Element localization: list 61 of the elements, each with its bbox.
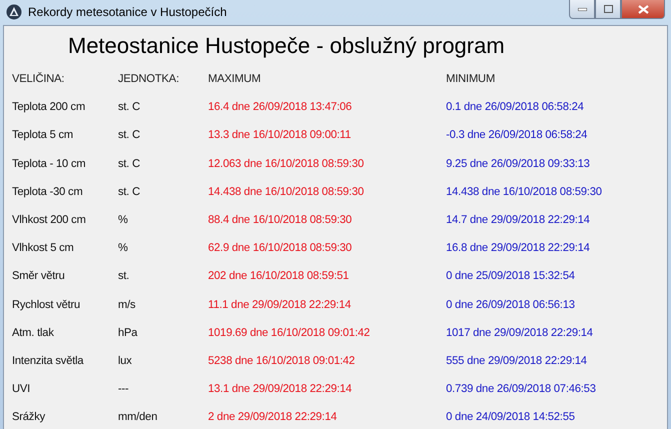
unit-label: st. C — [118, 158, 141, 170]
maximum-value: 5238 dne 16/10/2018 09:01:42 — [208, 354, 356, 367]
minimum-value: 16.8 dne 29/09/2018 22:29:14 — [446, 242, 591, 254]
minimum-value: 0 dne 26/09/2018 06:56:13 — [446, 298, 576, 311]
column-header: MINIMUM — [446, 73, 496, 86]
maximum-value: 11.1 dne 29/09/2018 22:29:14 — [208, 298, 352, 311]
quantity-label: Teplota -30 cm — [12, 186, 84, 198]
maximize-button[interactable] — [595, 0, 621, 19]
maximum-value: 16.4 dne 26/09/2018 13:47:06 — [208, 101, 353, 114]
minimize-icon — [578, 8, 586, 10]
unit-label: hPa — [118, 326, 138, 339]
quantity-label: Atm. tlak — [12, 326, 55, 339]
unit-label: st. C — [118, 186, 141, 198]
maximum-value: 14.438 dne 16/10/2018 08:59:30 — [208, 186, 365, 198]
minimum-value: 0 dne 24/09/2018 14:52:55 — [446, 411, 576, 424]
maximum-value: 13.1 dne 29/09/2018 22:29:14 — [208, 383, 353, 396]
quantity-label: UVI — [12, 383, 32, 396]
unit-label: lux — [118, 354, 133, 367]
window-title: Rekordy metesotanice v Hustopečích — [28, 5, 227, 19]
maximum-value: 1019.69 dne 16/10/2018 09:01:42 — [208, 326, 371, 339]
quantity-label: Teplota - 10 cm — [12, 158, 86, 170]
quantity-label: Rychlost větru — [12, 298, 82, 311]
unit-label: % — [118, 214, 129, 226]
maximum-value: 202 dne 16/10/2018 08:59:51 — [208, 270, 350, 282]
unit-label: --- — [118, 383, 130, 396]
unit-label: st. C — [118, 129, 141, 142]
minimum-value: 555 dne 29/09/2018 22:29:14 — [446, 354, 588, 367]
minimum-value: 0.739 dne 26/09/2018 07:46:53 — [446, 383, 597, 396]
column-header: MAXIMUM — [208, 73, 262, 86]
quantity-label: Teplota 5 cm — [12, 129, 74, 142]
column-header: JEDNOTKA: — [118, 73, 180, 86]
minimum-value: 0 dne 25/09/2018 15:32:54 — [446, 270, 576, 282]
quantity-label: Vlhkost 5 cm — [12, 242, 75, 254]
quantity-label: Směr větru — [12, 270, 66, 282]
maximum-value: 13.3 dne 16/10/2018 09:00:11 — [208, 129, 352, 142]
unit-label: mm/den — [118, 411, 158, 424]
minimum-value: 14.438 dne 16/10/2018 08:59:30 — [446, 186, 603, 198]
close-icon — [638, 4, 648, 14]
minimum-value: 9.25 dne 26/09/2018 09:33:13 — [446, 158, 591, 170]
minimum-value: -0.3 dne 26/09/2018 06:58:24 — [446, 129, 588, 142]
maximize-icon — [604, 5, 612, 13]
unit-label: % — [118, 242, 129, 254]
close-button[interactable] — [621, 0, 665, 19]
quantity-label: Vlhkost 200 cm — [12, 214, 87, 226]
quantity-label: Srážky — [12, 411, 46, 424]
unit-label: st. — [118, 270, 130, 282]
unit-label: m/s — [118, 298, 136, 311]
maximum-value: 88.4 dne 16/10/2018 08:59:30 — [208, 214, 353, 226]
minimum-value: 14.7 dne 29/09/2018 22:29:14 — [446, 214, 591, 226]
app-icon — [6, 4, 22, 20]
quantity-label: Intenzita světla — [12, 354, 85, 367]
program-heading: Meteostanice Hustopeče - obslužný program — [68, 33, 506, 59]
minimize-button[interactable] — [569, 0, 595, 19]
maximum-value: 62.9 dne 16/10/2018 08:59:30 — [208, 242, 353, 254]
maximum-value: 12.063 dne 16/10/2018 08:59:30 — [208, 158, 365, 170]
minimum-value: 1017 dne 29/09/2018 22:29:14 — [446, 326, 594, 339]
column-header: VELIČINA: — [12, 73, 66, 86]
maximum-value: 2 dne 29/09/2018 22:29:14 — [208, 411, 338, 424]
minimum-value: 0.1 dne 26/09/2018 06:58:24 — [446, 101, 585, 114]
quantity-label: Teplota 200 cm — [12, 101, 86, 114]
unit-label: st. C — [118, 101, 141, 114]
